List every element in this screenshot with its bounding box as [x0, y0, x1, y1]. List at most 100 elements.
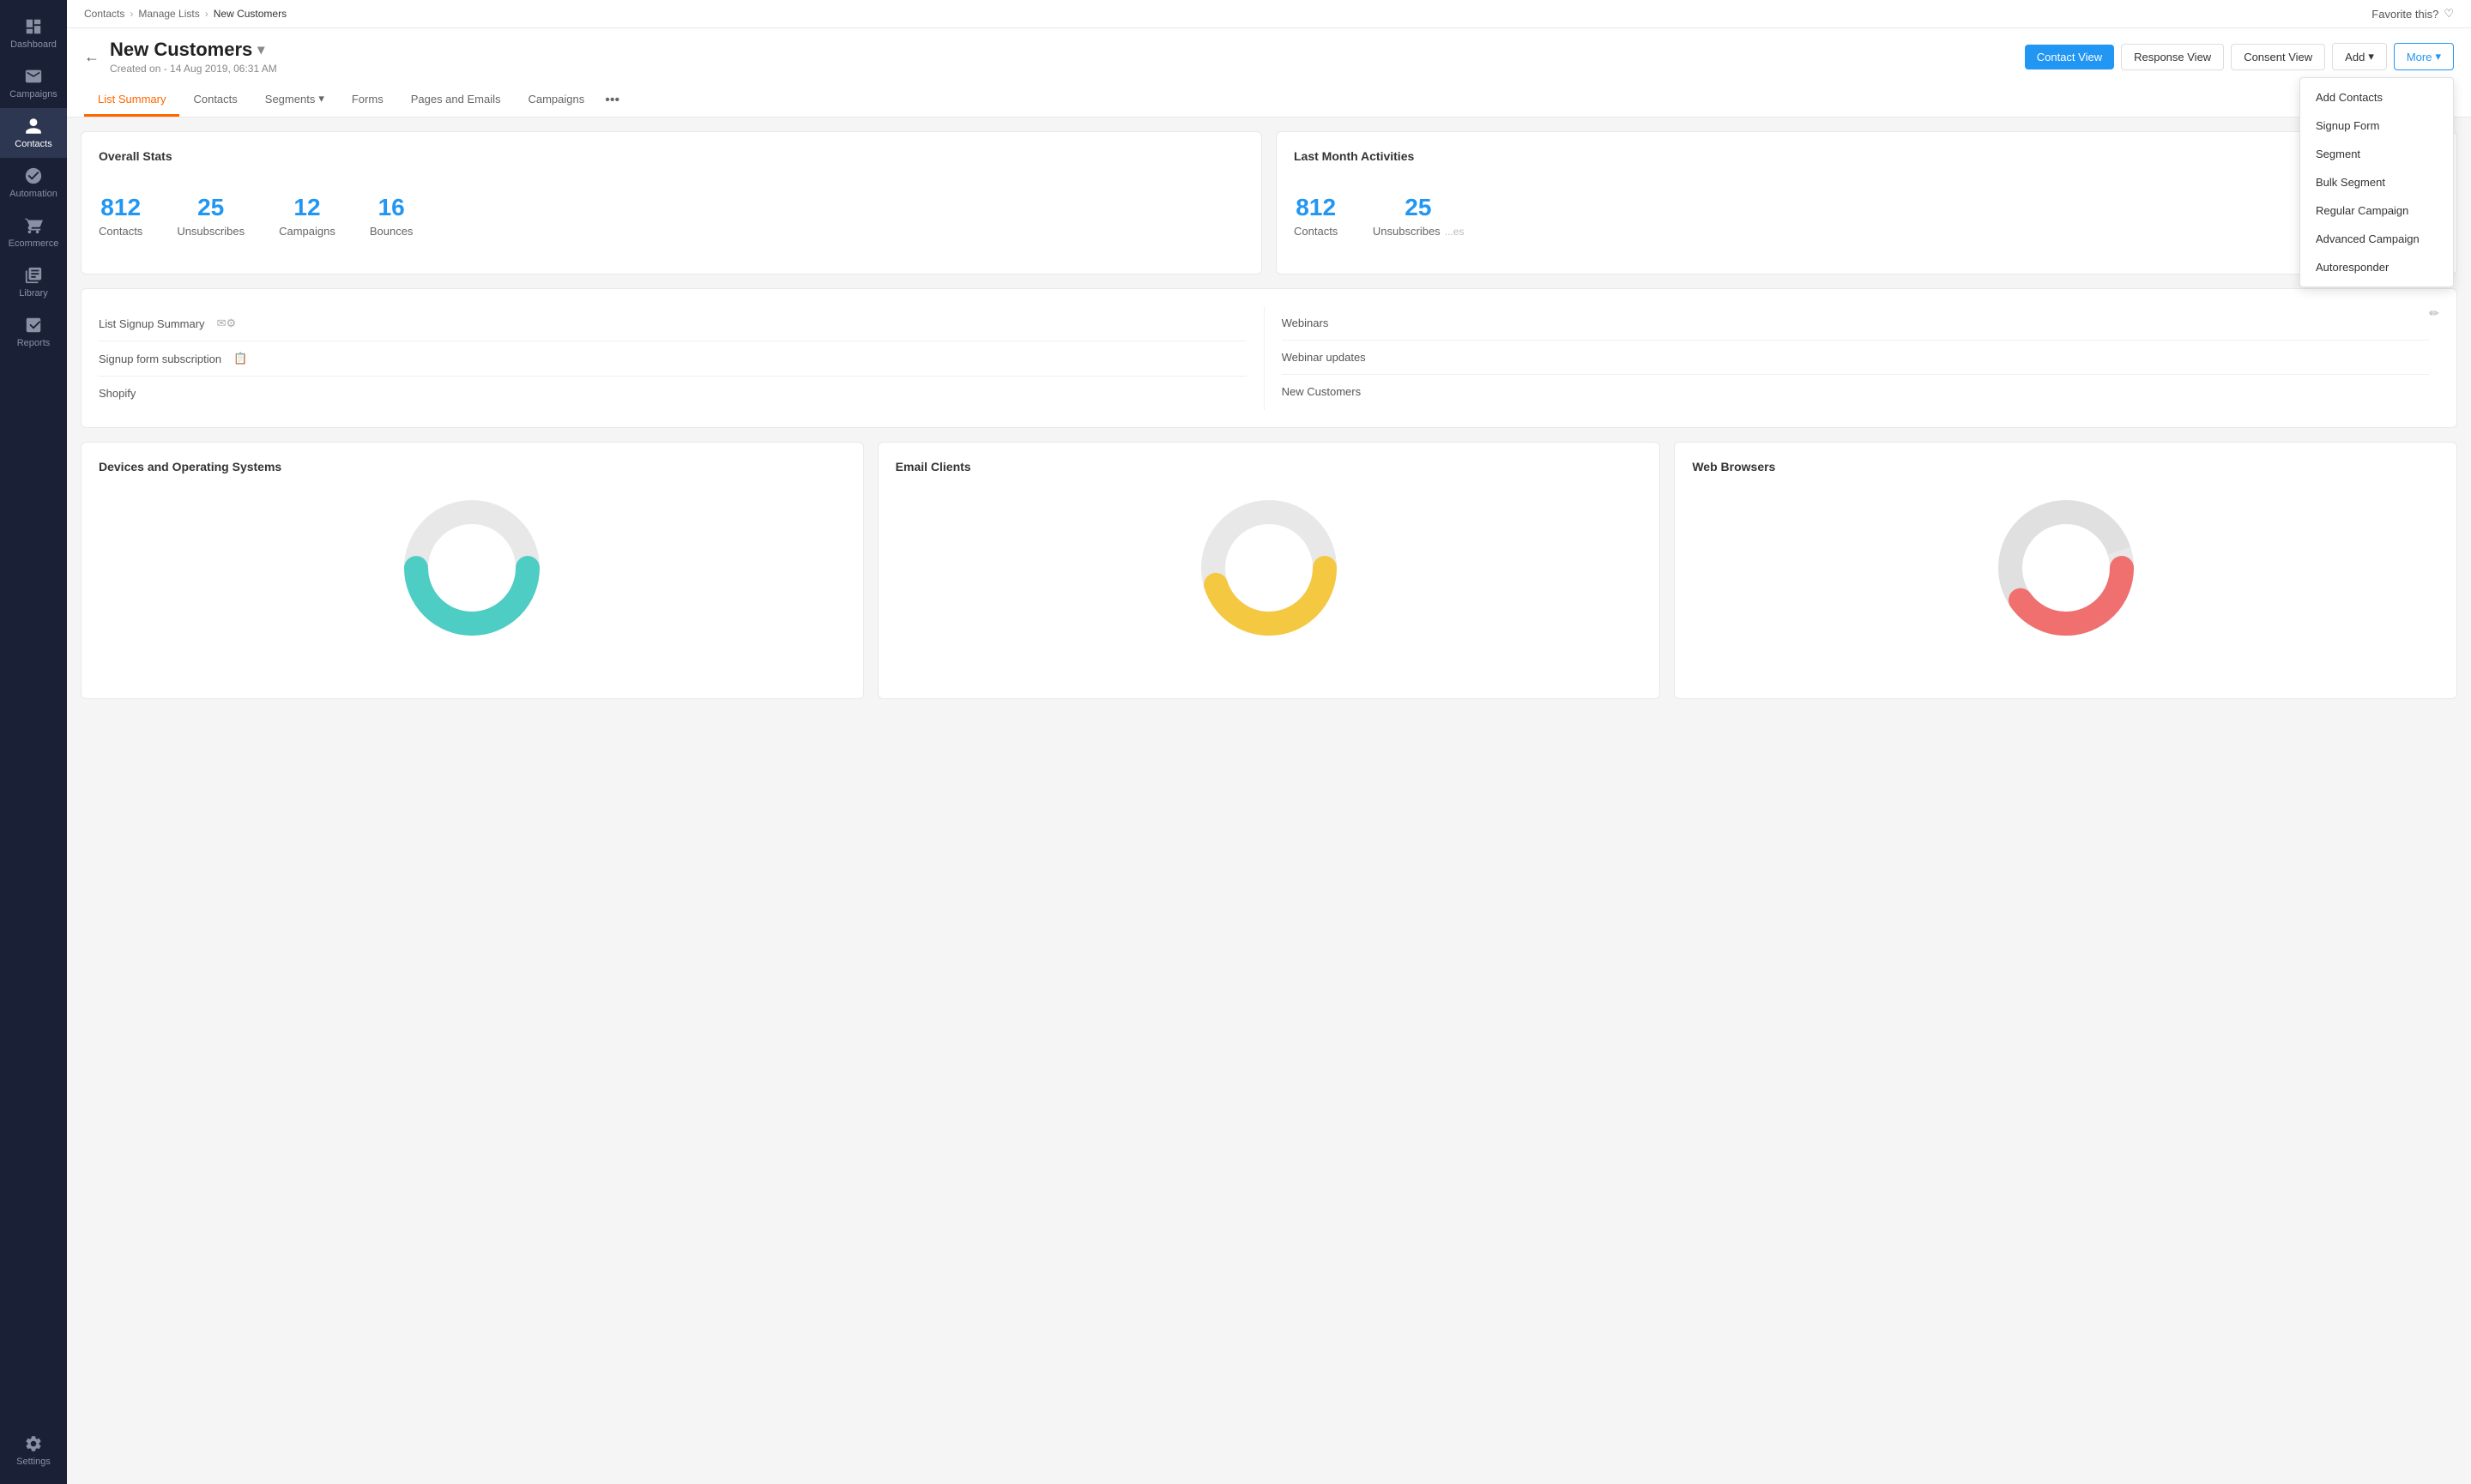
- more-button-label: More: [2407, 51, 2432, 63]
- header-top: ← New Customers ▾ Created on - 14 Aug 20…: [84, 39, 2454, 75]
- edit-icon[interactable]: ✏: [2429, 306, 2439, 321]
- sidebar-label-campaigns: Campaigns: [9, 89, 57, 100]
- last-month-unsub-value: 25: [1372, 194, 1464, 221]
- signup-row-summary: List Signup Summary ✉⚙: [99, 306, 1247, 341]
- consent-view-button[interactable]: Consent View: [2231, 44, 2325, 70]
- last-month-stats-grid: 812 Contacts 25 Unsubscribes ...es: [1294, 177, 2439, 256]
- title-dropdown-icon[interactable]: ▾: [257, 41, 264, 58]
- add-button[interactable]: Add ▾: [2332, 43, 2387, 70]
- signup-left: List Signup Summary ✉⚙ Signup form subsc…: [99, 306, 1265, 410]
- sidebar-item-library[interactable]: Library: [0, 257, 67, 307]
- signup-content: List Signup Summary ✉⚙ Signup form subsc…: [99, 306, 2439, 410]
- dropdown-advanced-campaign[interactable]: Advanced Campaign: [2300, 225, 2453, 253]
- web-browsers-chart-card: Web Browsers: [1674, 442, 2457, 699]
- sidebar-label-automation: Automation: [9, 189, 57, 199]
- breadcrumb-contacts[interactable]: Contacts: [84, 8, 124, 20]
- sidebar: Dashboard Campaigns Contacts Automation …: [0, 0, 67, 1484]
- stats-row: Overall Stats 812 Contacts 25 Unsubscrib…: [81, 131, 2457, 274]
- tab-bar: List Summary Contacts Segments ▾ Forms P…: [84, 83, 2454, 117]
- tab-campaigns[interactable]: Campaigns: [514, 84, 598, 117]
- page-title-text: New Customers: [110, 39, 252, 61]
- signup-row-new-customers: New Customers: [1282, 375, 2430, 408]
- tab-segments[interactable]: Segments ▾: [251, 83, 338, 117]
- stat-unsubscribes-value: 25: [177, 194, 245, 221]
- breadcrumb-sep-1: ›: [130, 8, 133, 20]
- last-month-contacts-value: 812: [1294, 194, 1338, 221]
- last-month-stat-contacts: 812 Contacts: [1294, 194, 1338, 239]
- charts-row: Devices and Operating Systems Email Clie…: [81, 442, 2457, 699]
- stat-contacts-value: 812: [99, 194, 142, 221]
- more-dropdown-arrow: ▾: [2435, 50, 2441, 63]
- favorite-label: Favorite this?: [2371, 8, 2438, 21]
- stat-contacts: 812 Contacts: [99, 194, 142, 238]
- tab-list-summary[interactable]: List Summary: [84, 84, 179, 117]
- webinar-updates-label: Webinar updates: [1282, 351, 1366, 364]
- last-month-header: Last Month Activities 6:49 AM ↻ ‹ ›: [1294, 149, 2439, 177]
- dropdown-bulk-segment[interactable]: Bulk Segment: [2300, 168, 2453, 196]
- devices-chart-title: Devices and Operating Systems: [99, 460, 846, 474]
- tab-forms[interactable]: Forms: [338, 84, 397, 117]
- last-month-title: Last Month Activities: [1294, 149, 1414, 163]
- stat-bounces-label: Bounces: [370, 225, 414, 238]
- segments-dropdown-icon: ▾: [318, 92, 324, 106]
- dropdown-signup-form[interactable]: Signup Form: [2300, 112, 2453, 140]
- stat-campaigns-value: 12: [279, 194, 335, 221]
- sidebar-label-reports: Reports: [17, 338, 51, 348]
- tab-contacts[interactable]: Contacts: [179, 84, 251, 117]
- web-browsers-donut-svg: [1989, 491, 2143, 645]
- last-month-contacts-label: Contacts: [1294, 225, 1338, 238]
- new-customers-label: New Customers: [1282, 385, 1361, 398]
- sidebar-item-automation[interactable]: Automation: [0, 158, 67, 208]
- page-header: ← New Customers ▾ Created on - 14 Aug 20…: [67, 28, 2471, 118]
- back-button[interactable]: ←: [84, 48, 100, 66]
- more-button[interactable]: More ▾: [2394, 43, 2454, 70]
- sidebar-item-dashboard[interactable]: Dashboard: [0, 9, 67, 58]
- email-settings-icon: ✉⚙: [217, 317, 237, 330]
- sidebar-item-ecommerce[interactable]: Ecommerce: [0, 208, 67, 257]
- breadcrumb-manage-lists[interactable]: Manage Lists: [138, 8, 199, 20]
- sidebar-item-settings[interactable]: Settings: [0, 1426, 67, 1475]
- signup-row-shopify: Shopify: [99, 377, 1247, 410]
- signup-summary-card: List Signup Summary ✉⚙ Signup form subsc…: [81, 288, 2457, 428]
- last-month-stat-unsubscribes: 25 Unsubscribes ...es: [1372, 194, 1464, 239]
- dropdown-segment[interactable]: Segment: [2300, 140, 2453, 168]
- overall-stats-title: Overall Stats: [99, 149, 1244, 163]
- more-button-container: More ▾ Add Contacts Signup Form Segment …: [2394, 43, 2454, 70]
- sidebar-label-contacts: Contacts: [15, 139, 51, 149]
- stat-unsubscribes: 25 Unsubscribes: [177, 194, 245, 238]
- response-view-button[interactable]: Response View: [2121, 44, 2224, 70]
- title-area: New Customers ▾ Created on - 14 Aug 2019…: [110, 39, 277, 75]
- signup-row-webinar-updates: Webinar updates: [1282, 341, 2430, 375]
- tab-more-dots[interactable]: •••: [598, 84, 626, 117]
- breadcrumb: Contacts › Manage Lists › New Customers: [84, 8, 287, 20]
- breadcrumb-current: New Customers: [214, 8, 287, 20]
- page-subtitle: Created on - 14 Aug 2019, 06:31 AM: [110, 63, 277, 75]
- signup-row-subscription: Signup form subscription 📋: [99, 341, 1247, 377]
- tab-pages-emails[interactable]: Pages and Emails: [397, 84, 515, 117]
- header-right: Contact View Response View Consent View …: [2025, 43, 2454, 70]
- devices-chart-card: Devices and Operating Systems: [81, 442, 864, 699]
- webinars-label: Webinars: [1282, 317, 1329, 329]
- overall-stats-grid: 812 Contacts 25 Unsubscribes 12 Campaign…: [99, 177, 1244, 255]
- dropdown-add-contacts[interactable]: Add Contacts: [2300, 83, 2453, 112]
- devices-donut-svg: [395, 491, 549, 645]
- content-area: Overall Stats 812 Contacts 25 Unsubscrib…: [67, 118, 2471, 1484]
- dropdown-regular-campaign[interactable]: Regular Campaign: [2300, 196, 2453, 225]
- stat-campaigns: 12 Campaigns: [279, 194, 335, 238]
- email-clients-donut: [896, 482, 1643, 654]
- form-icon: 📋: [233, 352, 247, 365]
- breadcrumb-sep-2: ›: [205, 8, 208, 20]
- main-content: Contacts › Manage Lists › New Customers …: [67, 0, 2471, 1484]
- favorite-button[interactable]: Favorite this? ♡: [2371, 7, 2454, 21]
- email-clients-donut-svg: [1192, 491, 1346, 645]
- stat-bounces: 16 Bounces: [370, 194, 414, 238]
- sidebar-item-reports[interactable]: Reports: [0, 307, 67, 357]
- signup-right: Webinars Webinar updates New Customers: [1265, 306, 2430, 410]
- dropdown-autoresponder[interactable]: Autoresponder: [2300, 253, 2453, 281]
- stat-campaigns-label: Campaigns: [279, 225, 335, 238]
- sidebar-item-contacts[interactable]: Contacts: [0, 108, 67, 158]
- sidebar-item-campaigns[interactable]: Campaigns: [0, 58, 67, 108]
- contact-view-button[interactable]: Contact View: [2025, 45, 2114, 69]
- last-month-card: Last Month Activities 6:49 AM ↻ ‹ › 812 …: [1276, 131, 2457, 274]
- list-signup-summary-label: List Signup Summary: [99, 317, 205, 330]
